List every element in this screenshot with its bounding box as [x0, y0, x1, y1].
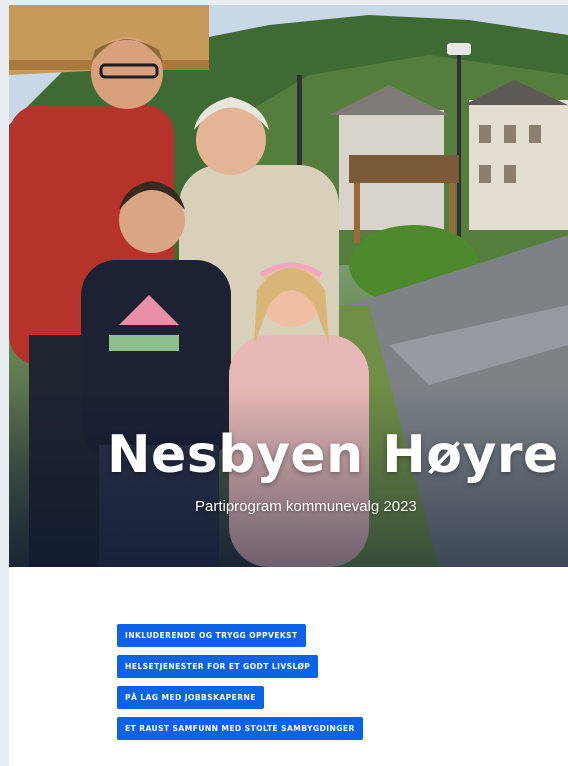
nav-button-oppvekst[interactable]: INKLUDERENDE OG TRYGG OPPVEKST: [117, 624, 306, 647]
nav-button-jobbskaperne[interactable]: PÅ LAG MED JOBBSKAPERNE: [117, 686, 264, 709]
nav-button-helsetjenester[interactable]: HELSETJENESTER FOR ET GODT LIVSLØP: [117, 655, 319, 678]
page-subtitle: Partiprogram kommunevalg 2023: [195, 498, 417, 515]
hero-banner: Nesbyen Høyre Partiprogram kommunevalg 2…: [9, 5, 568, 567]
page-title: Nesbyen Høyre: [107, 425, 559, 485]
page: Nesbyen Høyre Partiprogram kommunevalg 2…: [9, 5, 568, 766]
nav-button-samfunn[interactable]: ET RAUST SAMFUNN MED STOLTE SAMBYGDINGER: [117, 717, 363, 740]
program-nav: INKLUDERENDE OG TRYGG OPPVEKST HELSETJEN…: [117, 624, 363, 740]
